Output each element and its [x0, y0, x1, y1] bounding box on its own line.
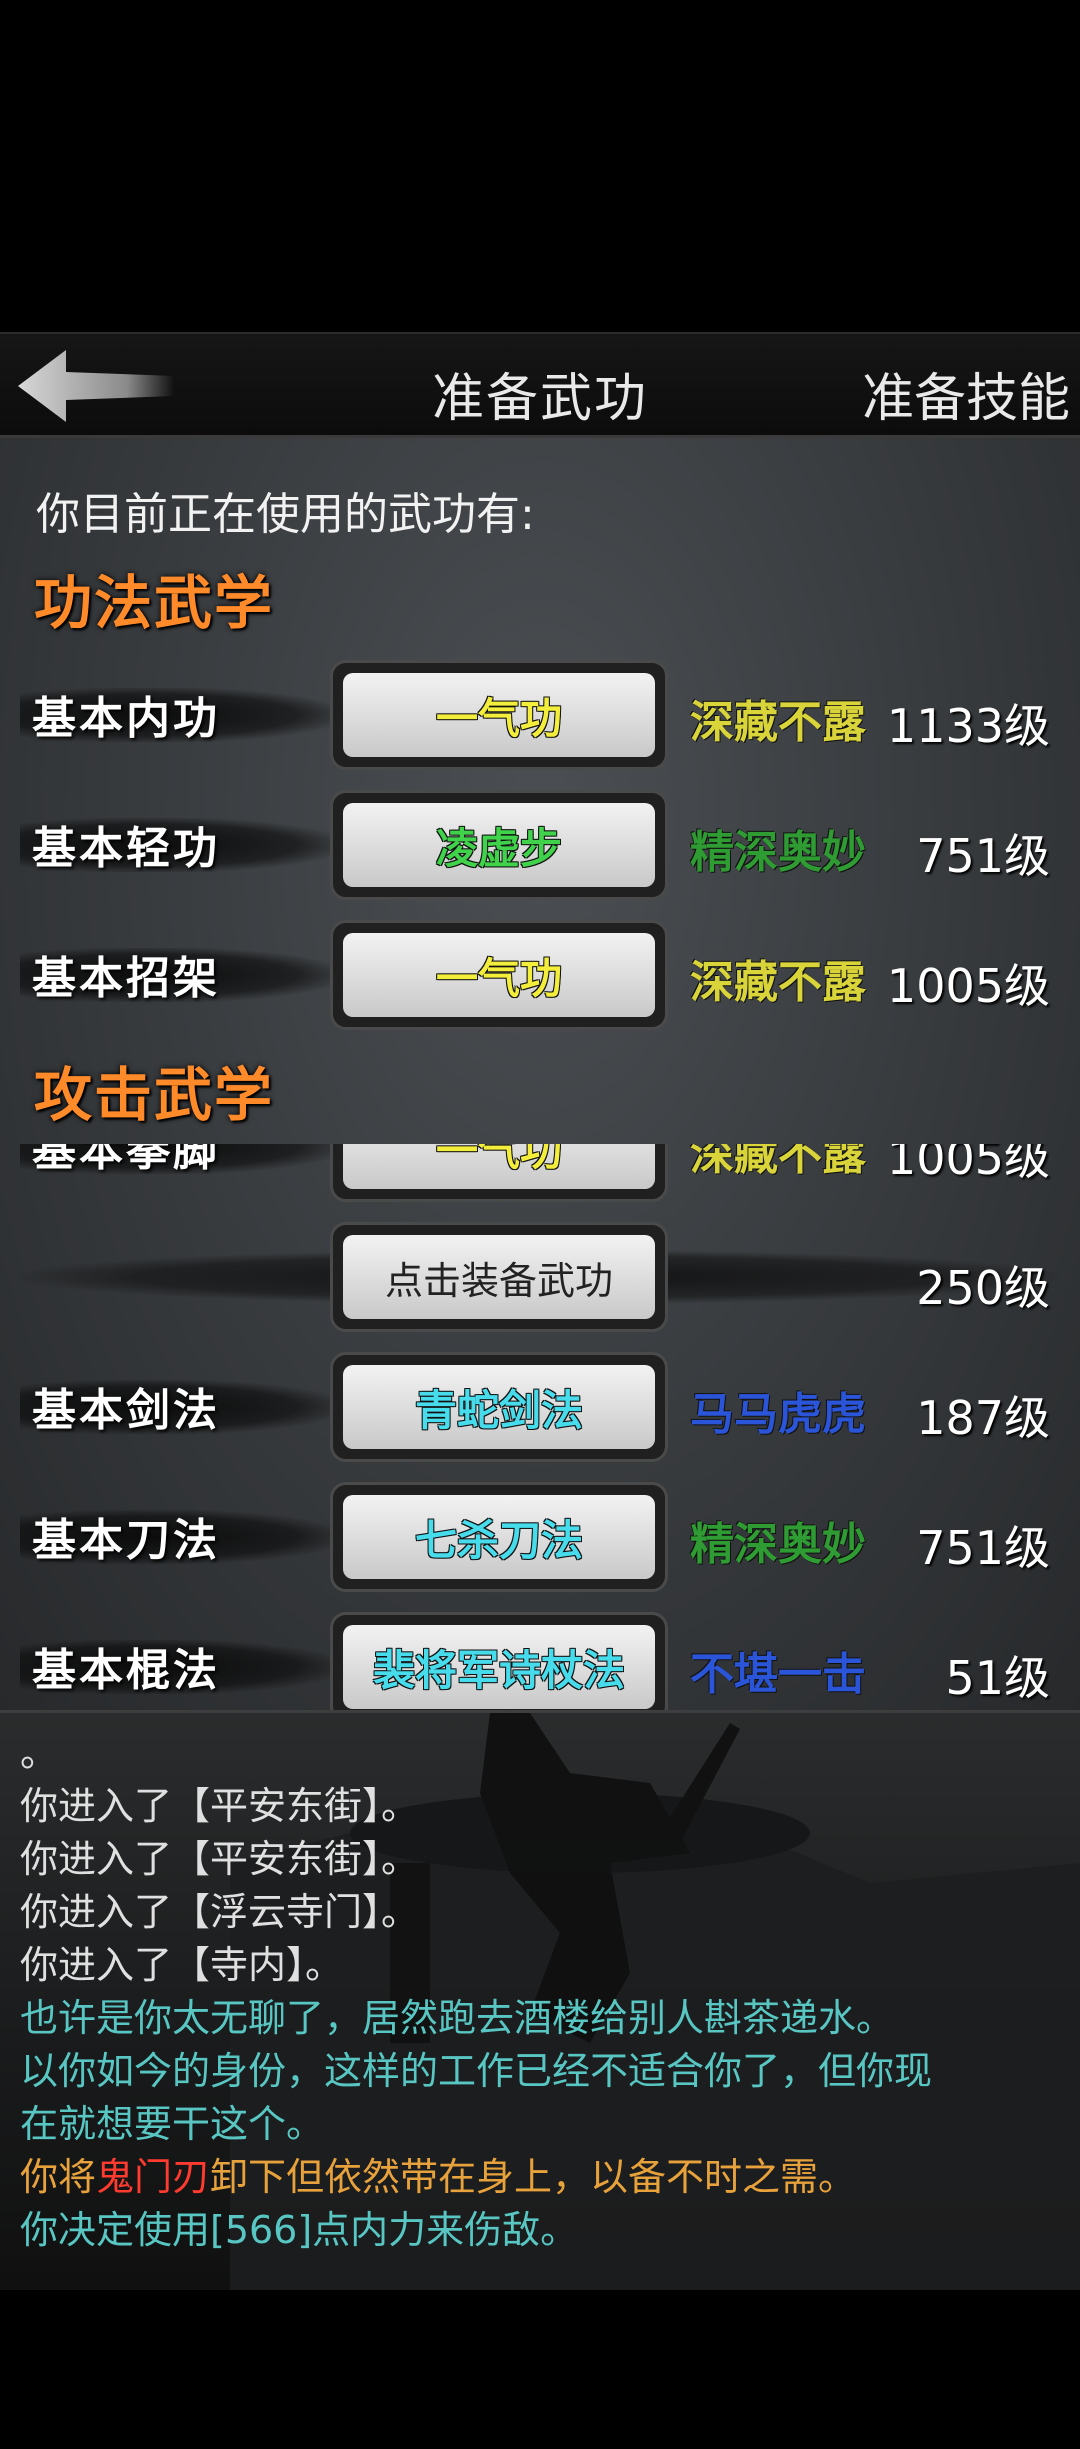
skill-row: 基本刀法 七杀刀法 精深奥妙 751级 — [0, 1482, 1080, 1592]
skill-name: 一气功 — [343, 933, 655, 1017]
category-label: 基本拳脚 — [32, 1144, 220, 1176]
skill-rank: 深藏不露 — [690, 697, 866, 748]
skill-name: 点击装备武功 — [343, 1235, 655, 1319]
skill-row: 点击装备武功 250级 — [0, 1222, 1080, 1332]
skill-name: 七杀刀法 — [343, 1495, 655, 1579]
intro-text: 你目前正在使用的武功有: — [36, 489, 535, 540]
skill-slot-button[interactable]: 裴将军诗杖法 — [330, 1612, 668, 1710]
skill-slot-button[interactable]: 一气功 — [330, 920, 668, 1030]
skill-slot-button[interactable]: 青蛇剑法 — [330, 1352, 668, 1462]
skill-level: 751级 — [916, 1521, 1050, 1575]
skill-name: 青蛇剑法 — [343, 1365, 655, 1449]
message-log[interactable]: 。 你进入了【平安东街】。 你进入了【平安东街】。 你进入了【浮云寺门】。 你进… — [0, 1710, 1080, 2290]
skill-rank: 马马虎虎 — [690, 1389, 866, 1440]
skill-row: 基本轻功 凌虚步 精深奥妙 751级 — [0, 790, 1080, 900]
log-line: 在就想要干这个。 — [20, 2102, 325, 2146]
skill-name: 裴将军诗杖法 — [343, 1625, 655, 1709]
category-label: 基本内功 — [32, 693, 220, 744]
skill-level: 751级 — [916, 829, 1050, 883]
skill-rank: 深藏不露 — [690, 957, 866, 1008]
skill-row: 基本内功 一气功 深藏不露 1133级 — [0, 660, 1080, 770]
log-line: 。 — [20, 1731, 59, 1775]
equip-suffix: 卸下但依然带在身上，以备不时之需。 — [210, 2155, 857, 2199]
martial-arts-panel: 你目前正在使用的武功有: 功法武学 基本内功 一气功 深藏不露 1133级 基本… — [0, 438, 1080, 1710]
section-title-gongfa: 功法武学 — [34, 569, 275, 637]
equip-skill-button[interactable]: 点击装备武功 — [330, 1222, 668, 1332]
skill-name: 凌虚步 — [343, 803, 655, 887]
equip-prefix: 你将 — [20, 2155, 97, 2199]
skill-row: 基本剑法 青蛇剑法 马马虎虎 187级 — [0, 1352, 1080, 1462]
skill-row: 基本招架 一气功 深藏不露 1005级 — [0, 920, 1080, 1030]
log-line: 你进入了【浮云寺门】。 — [20, 1890, 420, 1934]
category-label: 基本招架 — [32, 953, 220, 1004]
skill-row: 基本棍法 裴将军诗杖法 不堪一击 51级 — [0, 1612, 1080, 1710]
skill-name: 一气功 — [343, 673, 655, 757]
equip-item-name: 鬼门刃 — [96, 2155, 211, 2199]
skill-slot-button[interactable]: 一气功 — [330, 1144, 668, 1202]
skill-level: 1005级 — [886, 959, 1050, 1013]
skill-rank: 精深奥妙 — [690, 827, 866, 878]
log-lines: 。 你进入了【平安东街】。 你进入了【平安东街】。 你进入了【浮云寺门】。 你进… — [20, 1727, 1060, 2257]
header-bar: 准备武功 准备技能 — [0, 332, 1080, 438]
log-line: 也许是你太无聊了，居然跑去酒楼给别人斟茶递水。 — [20, 1996, 895, 2040]
skill-level: 1005级 — [886, 1144, 1050, 1185]
log-line: 你进入了【平安东街】。 — [20, 1837, 420, 1881]
skill-rank: 不堪一击 — [690, 1649, 866, 1700]
skill-level: 1133级 — [886, 699, 1050, 753]
skill-name: 一气功 — [343, 1144, 655, 1189]
skill-level: 250级 — [916, 1261, 1050, 1315]
log-line: 你进入了【寺内】。 — [20, 1943, 344, 1987]
log-line: 你进入了【平安东街】。 — [20, 1784, 420, 1828]
bottom-area — [0, 2290, 1080, 2449]
skill-slot-button[interactable]: 凌虚步 — [330, 790, 668, 900]
category-label: 基本棍法 — [32, 1645, 220, 1696]
skill-slot-button[interactable]: 一气功 — [330, 660, 668, 770]
skill-rank: 深藏不露 — [690, 1144, 866, 1180]
skill-row: 基本拳脚 一气功 深藏不露 1005级 — [0, 1144, 1080, 1202]
attack-skills-list[interactable]: 基本拳脚 一气功 深藏不露 1005级 点击装备武功 250级 基本剑法 青蛇剑… — [0, 1144, 1080, 1710]
log-line-equip: 你将鬼门刃卸下但依然带在身上，以备不时之需。 — [20, 2151, 1060, 2204]
prepare-skills-button[interactable]: 准备技能 — [862, 356, 1070, 431]
log-line: 你决定使用[566]点内力来伤敌。 — [20, 2208, 579, 2252]
section-title-gongji: 攻击武学 — [34, 1061, 275, 1129]
category-label: 基本剑法 — [32, 1385, 220, 1436]
log-line: 以你如今的身份，这样的工作已经不适合你了，但你现 — [20, 2049, 933, 2093]
skill-level: 51级 — [945, 1651, 1050, 1705]
category-label: 基本刀法 — [32, 1515, 220, 1566]
skill-level: 187级 — [916, 1391, 1050, 1445]
skill-rank: 精深奥妙 — [690, 1519, 866, 1570]
category-label: 基本轻功 — [32, 823, 220, 874]
skill-slot-button[interactable]: 七杀刀法 — [330, 1482, 668, 1592]
status-bar-area — [0, 0, 1080, 332]
